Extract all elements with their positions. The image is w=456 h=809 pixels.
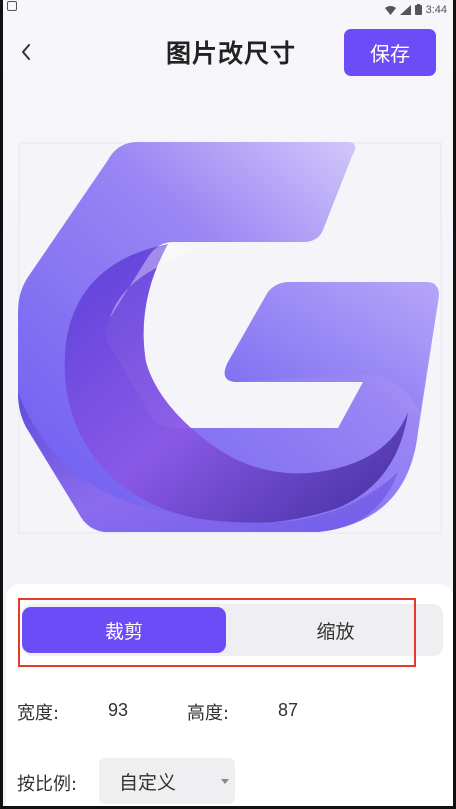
width-label: 宽度:	[17, 703, 60, 724]
notification-icon	[7, 1, 17, 11]
ratio-select[interactable]: 自定义	[99, 758, 235, 804]
ratio-label: 按比例:	[17, 774, 78, 795]
height-label: 高度:	[187, 703, 230, 724]
ratio-selected-value: 自定义	[119, 771, 177, 794]
highlight-outline	[18, 598, 416, 667]
status-right: 3:44	[384, 0, 447, 19]
dropdown-caret-icon	[221, 779, 229, 784]
battery-icon	[414, 0, 422, 19]
save-button[interactable]: 保存	[344, 29, 436, 76]
image-preview[interactable]	[18, 142, 442, 534]
signal-icon	[399, 0, 411, 19]
app-screen: 3:44 图片改尺寸 保存 裁剪 缩放 宽度: 93 高度: 87 按比例: 自…	[0, 0, 456, 809]
width-value[interactable]: 93	[108, 700, 128, 721]
status-bar: 3:44	[3, 0, 453, 16]
status-time: 3:44	[425, 3, 447, 16]
g-logo-image	[18, 142, 442, 534]
wifi-icon	[384, 0, 396, 19]
height-value[interactable]: 87	[278, 700, 298, 721]
